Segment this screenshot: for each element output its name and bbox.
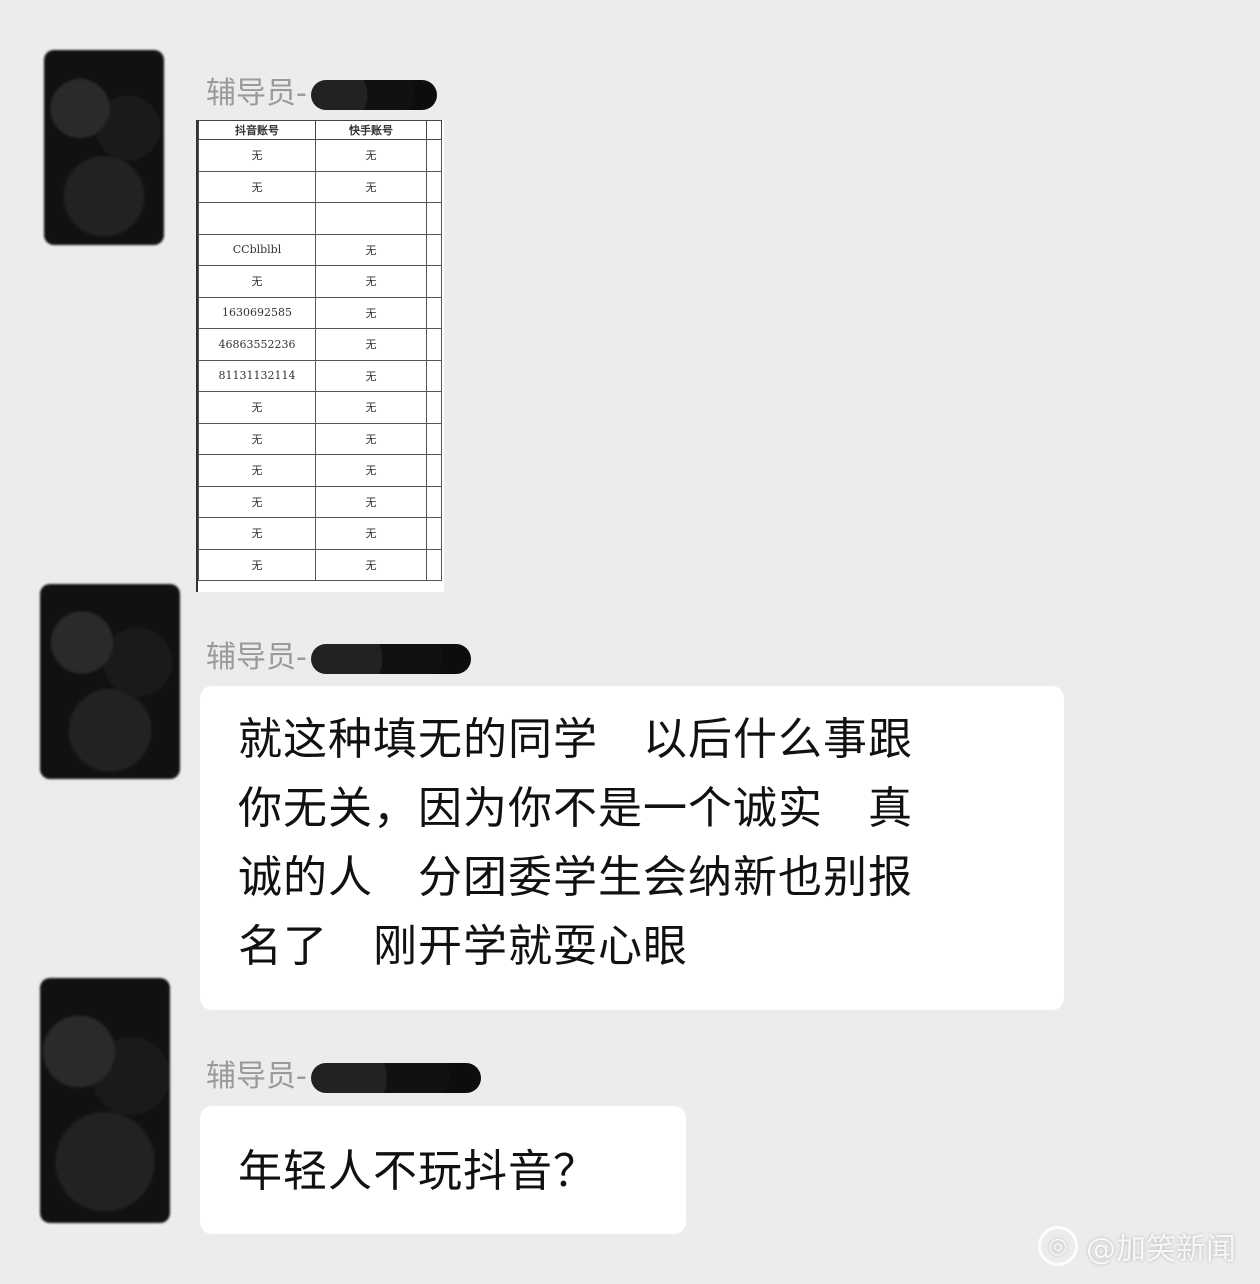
table-cell-empty [426, 265, 442, 298]
table-cell: 无 [198, 422, 316, 455]
table-cell: 无 [198, 454, 316, 487]
table-cell: 无 [315, 485, 427, 518]
table-cell: 无 [315, 454, 427, 487]
sender-label: 辅导员- [206, 76, 307, 111]
table-cell-empty [426, 422, 442, 455]
table-cell: 无 [315, 422, 427, 455]
table-header-row: 抖音账号 快手账号 [198, 120, 442, 140]
table-cell-empty [426, 485, 442, 518]
sender-name: 辅导员- [206, 638, 471, 678]
table-cell: 无 [198, 265, 316, 298]
table-cell: CCblblbl [198, 233, 316, 266]
table-cell [315, 202, 427, 235]
weibo-logo-icon: ◎ [1038, 1226, 1078, 1266]
message-text-line: 年轻人不玩抖音？ [238, 1146, 598, 1197]
table-cell: 无 [315, 328, 427, 361]
sender-label: 辅导员- [206, 1059, 307, 1094]
table-row [198, 202, 442, 235]
table-cell-empty [426, 233, 442, 266]
table-cell-empty [426, 391, 442, 424]
avatar[interactable] [44, 50, 164, 245]
avatar[interactable] [40, 978, 170, 1223]
table-cell: 无 [198, 391, 316, 424]
table-row: CCblblbl 无 [198, 233, 442, 266]
table-cell-empty [426, 296, 442, 329]
table-cell: 无 [315, 548, 427, 581]
redacted-name [310, 79, 437, 110]
table-cell: 46863552236 [198, 328, 316, 361]
table-cell: 81131132114 [198, 359, 316, 392]
watermark: ◎ @加笑新闻 [1038, 1224, 1236, 1268]
table-cell: 无 [198, 170, 316, 203]
sender-name: 辅导员- [206, 1057, 481, 1097]
table-cell-empty [426, 328, 442, 361]
table-row: 无无 [198, 485, 442, 518]
table-cell-empty [426, 170, 442, 203]
table-row: 无无 [198, 517, 442, 550]
table-cell-empty [426, 517, 442, 550]
column-header: 快手账号 [315, 120, 427, 140]
table-cell: 无 [198, 139, 316, 172]
message-text-line: 名了 刚开学就耍心眼 [238, 921, 688, 972]
column-header-empty [426, 120, 442, 140]
table-cell: 无 [198, 548, 316, 581]
table-cell: 无 [315, 139, 427, 172]
table-cell: 无 [315, 391, 427, 424]
message-bubble[interactable]: 就这种填无的同学 以后什么事跟 你无关，因为你不是一个诚实 真 诚的人 分团委学… [200, 686, 1064, 1010]
avatar[interactable] [40, 584, 180, 779]
message-text-line: 诚的人 分团委学生会纳新也别报 [238, 852, 913, 903]
table-cell-empty [426, 548, 442, 581]
message-text-line: 就这种填无的同学 以后什么事跟 [238, 714, 913, 765]
table-cell-empty [426, 359, 442, 392]
table-cell: 1630692585 [198, 296, 316, 329]
table-row: 无无 [198, 454, 442, 487]
table-row: 46863552236 无 [198, 328, 442, 361]
table-cell: 无 [315, 233, 427, 266]
image-message[interactable]: 抖音账号 快手账号 无无无无 CCblblbl 无无无 1630692585 无 4686… [196, 120, 444, 592]
table-row: 1630692585 无 [198, 296, 442, 329]
spreadsheet-table: 抖音账号 快手账号 无无无无 CCblblbl 无无无 1630692585 无 4686… [198, 120, 442, 581]
table-cell: 无 [315, 359, 427, 392]
table-row: 无无 [198, 265, 442, 298]
table-cell: 无 [315, 296, 427, 329]
table-cell: 无 [198, 517, 316, 550]
table-row: 81131132114 无 [198, 359, 442, 392]
table-row: 无无 [198, 170, 442, 203]
message-bubble[interactable]: 年轻人不玩抖音？ [200, 1106, 686, 1234]
table-cell: 无 [315, 170, 427, 203]
redacted-name [310, 1062, 481, 1093]
sender-name: 辅导员- [206, 74, 437, 114]
table-cell: 无 [315, 265, 427, 298]
table-cell-empty [426, 202, 442, 235]
table-cell-empty [426, 139, 442, 172]
table-row: 无无 [198, 422, 442, 455]
table-cell-empty [426, 454, 442, 487]
redacted-name [310, 643, 471, 674]
table-row: 无无 [198, 139, 442, 172]
table-cell [198, 202, 316, 235]
table-row: 无无 [198, 548, 442, 581]
column-header: 抖音账号 [198, 120, 316, 140]
message-text-line: 你无关，因为你不是一个诚实 真 [238, 783, 913, 834]
table-row: 无无 [198, 391, 442, 424]
watermark-text: @加笑新闻 [1086, 1232, 1236, 1267]
sender-label: 辅导员- [206, 640, 307, 675]
table-cell: 无 [315, 517, 427, 550]
table-cell: 无 [198, 485, 316, 518]
